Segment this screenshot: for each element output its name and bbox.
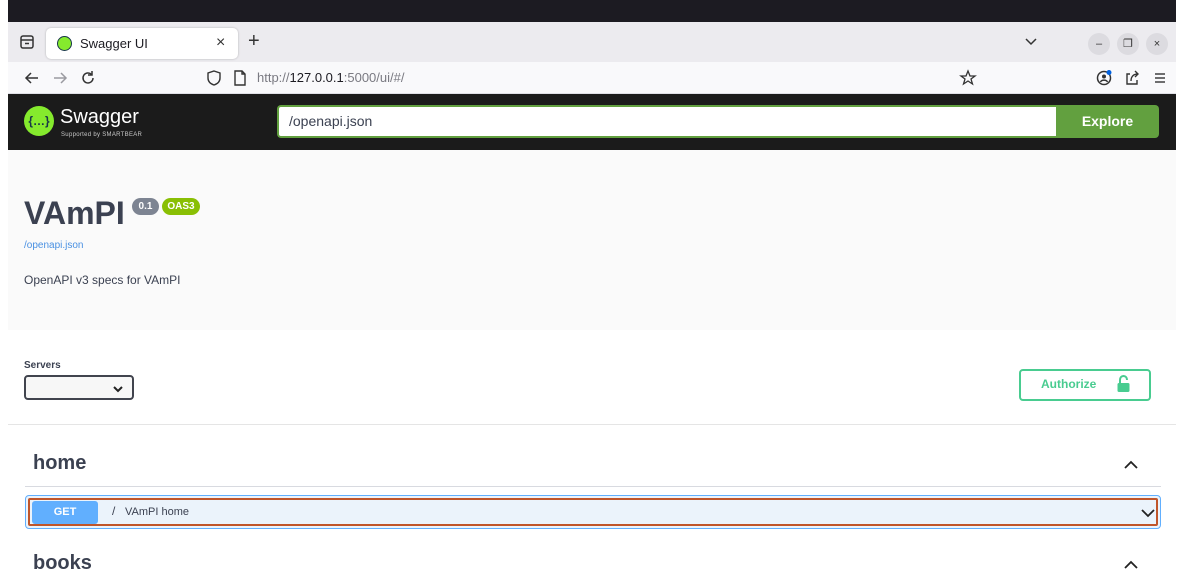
swagger-favicon-icon	[57, 36, 72, 51]
version-badge: 0.1	[132, 198, 159, 215]
forward-icon[interactable]	[50, 68, 70, 88]
navigation-bar: http://127.0.0.1:5000/ui/#/	[8, 62, 1176, 94]
operation-get-home[interactable]: GET / VAmPI home	[25, 495, 1161, 529]
swagger-logo-icon[interactable]: {…}	[24, 106, 54, 136]
operation-description: VAmPI home	[125, 506, 189, 518]
tab-list-icon[interactable]	[17, 32, 37, 52]
tag-books[interactable]: books	[25, 543, 1161, 574]
tab-close-icon[interactable]: ×	[216, 33, 225, 53]
title-bar	[8, 0, 1176, 22]
tag-name: home	[33, 452, 87, 474]
minimize-icon[interactable]: –	[1088, 33, 1110, 55]
url-rest: :5000/ui/#/	[343, 70, 405, 85]
shield-icon[interactable]	[204, 68, 224, 88]
servers-label: Servers	[24, 360, 61, 371]
servers-select[interactable]	[24, 375, 134, 400]
method-badge: GET	[32, 501, 98, 524]
scheme-container: Servers Authorize	[8, 330, 1176, 425]
tag-name: books	[33, 552, 92, 574]
page-icon[interactable]	[230, 68, 250, 88]
api-description: OpenAPI v3 specs for VAmPI	[24, 273, 181, 287]
restore-icon[interactable]: ❐	[1117, 33, 1139, 55]
authorize-button[interactable]: Authorize	[1019, 369, 1151, 401]
swagger-brand-sub: Supported by SMARTBEAR	[61, 132, 143, 138]
url-host: 127.0.0.1	[289, 70, 344, 85]
share-icon[interactable]	[1122, 68, 1142, 88]
new-tab-icon[interactable]: +	[248, 30, 260, 52]
operation-summary[interactable]: GET / VAmPI home	[28, 498, 1158, 526]
lock-open-icon	[1116, 374, 1131, 394]
operation-path: /	[112, 504, 116, 518]
close-window-icon[interactable]: ×	[1146, 33, 1168, 55]
reload-icon[interactable]	[78, 68, 98, 88]
url-scheme: http://	[257, 70, 290, 85]
tab-strip: Swagger UI × + – ❐ ×	[8, 22, 1176, 62]
spec-link[interactable]: /openapi.json	[24, 240, 84, 251]
address-bar[interactable]: http://127.0.0.1:5000/ui/#/	[257, 70, 404, 85]
account-icon[interactable]	[1094, 68, 1114, 88]
star-icon[interactable]	[958, 68, 978, 88]
swagger-topbar: {…} Swagger Supported by SMARTBEAR /open…	[8, 94, 1176, 150]
authorize-label: Authorize	[1041, 377, 1097, 391]
back-icon[interactable]	[22, 68, 42, 88]
chevron-up-icon[interactable]	[1123, 457, 1139, 473]
swagger-brand[interactable]: Swagger	[60, 106, 139, 129]
spec-url-input[interactable]: /openapi.json	[277, 105, 1057, 138]
api-title: VAmPI	[24, 195, 125, 231]
chevron-down-icon[interactable]	[1023, 33, 1039, 49]
api-info: VAmPI 0.1 OAS3 /openapi.json OpenAPI v3 …	[8, 150, 1176, 330]
explore-button[interactable]: Explore	[1056, 105, 1159, 138]
tab-swagger-ui[interactable]: Swagger UI ×	[46, 28, 238, 59]
browser-window: Swagger UI × + – ❐ × http://127.0.0.1:50…	[8, 0, 1176, 574]
oas-badge: OAS3	[162, 198, 200, 215]
tag-home[interactable]: home	[25, 443, 1161, 487]
chevron-down-icon[interactable]	[1140, 505, 1156, 521]
menu-icon[interactable]	[1150, 68, 1170, 88]
tab-title: Swagger UI	[80, 36, 148, 51]
chevron-down-icon	[112, 382, 124, 394]
chevron-up-icon[interactable]	[1123, 557, 1139, 573]
